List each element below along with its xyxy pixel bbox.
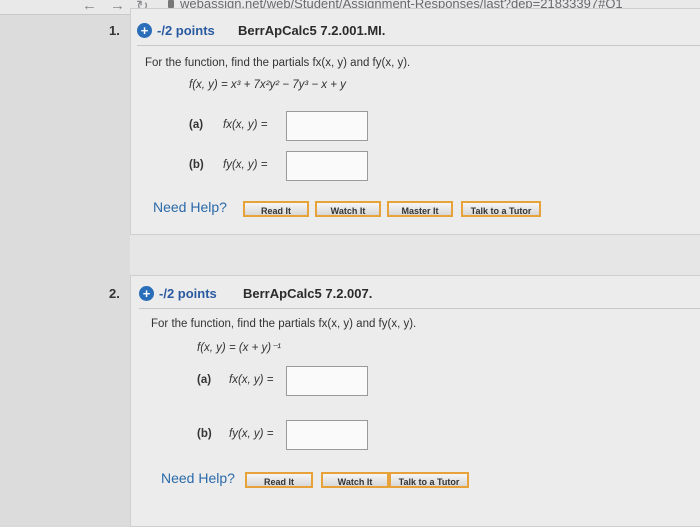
part-b-answer-input[interactable] [286, 420, 368, 450]
watch-it-button[interactable]: Watch It [315, 201, 381, 217]
part-b-label: (b) [189, 159, 204, 171]
points-label: -/2 points [157, 23, 215, 38]
need-help-label: Need Help? [153, 199, 227, 215]
part-a-expression: fx(x, y) = [229, 374, 274, 386]
part-a-label: (a) [197, 374, 212, 386]
part-a-label: (a) [189, 119, 204, 131]
question-id: BerrApCalc5 7.2.001.MI. [238, 23, 386, 38]
question-prompt: For the function, find the partials fx(x… [151, 318, 417, 330]
expand-plus-icon[interactable]: + [139, 286, 154, 301]
part-b-expression: fy(x, y) = [229, 428, 274, 440]
question-2-card: 2. + -/2 points BerrApCalc5 7.2.007. For… [109, 275, 700, 527]
back-arrow-icon[interactable]: ← [82, 0, 97, 14]
read-it-button[interactable]: Read It [245, 472, 313, 488]
question-number: 1. [109, 23, 120, 38]
part-b-answer-input[interactable] [286, 151, 368, 181]
talk-to-tutor-button[interactable]: Talk to a Tutor [461, 201, 541, 217]
question-1-card: 1. + -/2 points BerrApCalc5 7.2.001.MI. … [109, 8, 700, 235]
part-a-answer-input[interactable] [286, 111, 368, 141]
lock-icon [168, 0, 174, 8]
question-number: 2. [109, 286, 120, 301]
question-prompt: For the function, find the partials fx(x… [145, 57, 411, 69]
need-help-label: Need Help? [161, 470, 235, 486]
part-a-expression: fx(x, y) = [223, 119, 268, 131]
master-it-button[interactable]: Master It [387, 201, 453, 217]
question-id: BerrApCalc5 7.2.007. [243, 286, 373, 301]
part-a-answer-input[interactable] [286, 366, 368, 396]
talk-to-tutor-button[interactable]: Talk to a Tutor [389, 472, 469, 488]
divider [137, 45, 700, 46]
part-b-label: (b) [197, 428, 212, 440]
read-it-button[interactable]: Read It [243, 201, 309, 217]
left-gutter [0, 15, 130, 525]
part-b-expression: fy(x, y) = [223, 159, 268, 171]
forward-arrow-icon[interactable]: → [110, 0, 125, 14]
watch-it-button[interactable]: Watch It [321, 472, 389, 488]
points-label: -/2 points [159, 286, 217, 301]
function-formula: f(x, y) = x³ + 7x²y² − 7y³ − x + y [189, 79, 346, 91]
function-formula: f(x, y) = (x + y)⁻¹ [197, 342, 282, 354]
divider [139, 308, 700, 309]
expand-plus-icon[interactable]: + [137, 23, 152, 38]
